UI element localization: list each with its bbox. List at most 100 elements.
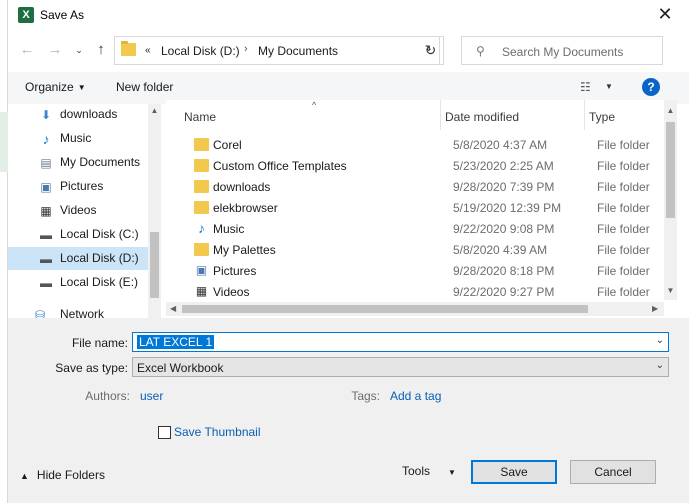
breadcrumb-my-documents[interactable]: My Documents	[258, 44, 338, 58]
caret-down-icon[interactable]: ▼	[605, 82, 613, 91]
file-row-corel[interactable]: Corel 5/8/2020 4:37 AM File folder	[166, 134, 650, 155]
file-type: File folder	[597, 138, 650, 152]
new-folder-button[interactable]: New folder	[116, 80, 173, 94]
file-name: My Palettes	[213, 243, 276, 257]
file-name-field[interactable]: LAT EXCEL 1 ⌄	[132, 332, 669, 352]
file-name: Corel	[213, 138, 242, 152]
scroll-left-icon[interactable]: ◀	[170, 304, 176, 313]
file-name: elekbrowser	[213, 201, 278, 215]
search-icon: ⚲	[476, 44, 485, 58]
file-name-value[interactable]: LAT EXCEL 1	[137, 335, 215, 349]
file-row-custom-office-templates[interactable]: Custom Office Templates 5/23/2020 2:25 A…	[166, 155, 650, 176]
view-options-icon[interactable]: ☷	[580, 80, 591, 94]
sort-ascending-icon: ^	[312, 100, 317, 110]
nav-item-pictures[interactable]: ▣ Pictures	[8, 175, 148, 198]
file-name: Videos	[213, 285, 250, 299]
file-type: File folder	[597, 285, 650, 299]
excel-background-highlight	[0, 112, 8, 172]
nav-item-label: Local Disk (E:)	[60, 275, 139, 289]
save-button[interactable]: Save	[471, 460, 557, 484]
column-header-type[interactable]: Type	[589, 110, 615, 124]
file-date: 5/19/2020 12:39 PM	[453, 201, 562, 215]
nav-item-downloads[interactable]: ⬇ downloads	[8, 104, 148, 126]
folder-icon	[194, 180, 209, 193]
scroll-thumb[interactable]	[182, 305, 588, 313]
file-row-music[interactable]: ♪ Music 9/22/2020 9:08 PM File folder	[166, 218, 650, 239]
nav-item-label: Network	[60, 307, 105, 318]
file-row-downloads[interactable]: downloads 9/28/2020 7:39 PM File folder	[166, 176, 650, 197]
file-name: downloads	[213, 180, 271, 194]
nav-item-local-disk-c[interactable]: ▬ Local Disk (C:)	[8, 223, 148, 246]
scroll-thumb[interactable]	[150, 232, 159, 298]
cancel-button[interactable]: Cancel	[570, 460, 656, 484]
save-thumbnail-label[interactable]: Save Thumbnail	[174, 425, 261, 439]
column-divider[interactable]	[440, 100, 441, 130]
chevron-right-icon[interactable]: ›	[244, 43, 248, 55]
save-as-type-select[interactable]: Excel Workbook ⌄	[132, 357, 669, 377]
search-box[interactable]: ⚲ Search My Documents	[461, 36, 663, 65]
save-thumbnail-checkbox[interactable]	[158, 426, 171, 439]
drive-icon: ▬	[40, 228, 52, 242]
column-divider[interactable]	[584, 100, 585, 130]
refresh-icon[interactable]: ↻	[418, 36, 444, 65]
search-input[interactable]: Search My Documents	[502, 45, 623, 59]
folder-icon	[194, 201, 209, 214]
column-header-name[interactable]: Name	[184, 110, 216, 124]
up-arrow-icon[interactable]: ↑	[92, 40, 110, 60]
nav-item-local-disk-e[interactable]: ▬ Local Disk (E:)	[8, 271, 148, 294]
scroll-thumb[interactable]	[666, 122, 675, 218]
close-icon[interactable]: ✕	[655, 4, 675, 24]
network-icon: ⛁	[34, 308, 46, 318]
file-type: File folder	[597, 243, 650, 257]
file-row-my-palettes[interactable]: My Palettes 5/8/2020 4:39 AM File folder	[166, 239, 650, 260]
file-row-elekbrowser[interactable]: elekbrowser 5/19/2020 12:39 PM File fold…	[166, 197, 650, 218]
forward-arrow-icon[interactable]: →	[46, 40, 64, 60]
organize-button[interactable]: Organize ▼	[25, 80, 86, 94]
file-type: File folder	[597, 222, 650, 236]
chevron-down-icon[interactable]: ⌄	[656, 335, 664, 346]
nav-item-videos[interactable]: ▦ Videos	[8, 199, 148, 222]
organize-label: Organize	[25, 80, 74, 94]
file-type: File folder	[597, 159, 650, 173]
address-bar[interactable]: « Local Disk (D:) › My Documents ⌄	[114, 36, 440, 65]
nav-item-label: Pictures	[60, 179, 104, 193]
caret-down-icon: ▼	[77, 83, 86, 92]
nav-item-network[interactable]: ⛁ Network	[8, 303, 148, 318]
column-header-date[interactable]: Date modified	[445, 110, 519, 124]
file-row-pictures[interactable]: ▣ Pictures 9/28/2020 8:18 PM File folder	[166, 260, 650, 281]
back-arrow-icon[interactable]: ←	[18, 40, 36, 60]
file-list-horizontal-scrollbar[interactable]: ◀ ▶	[166, 302, 664, 316]
nav-pane-scrollbar[interactable]: ▲	[148, 104, 161, 318]
tags-label: Tags:	[351, 389, 380, 403]
drive-icon: ▬	[40, 252, 52, 266]
nav-item-label: downloads	[60, 107, 118, 121]
hide-folders-button[interactable]: ▲ Hide Folders	[20, 468, 105, 482]
tags-value[interactable]: Add a tag	[390, 389, 441, 403]
file-date: 5/8/2020 4:37 AM	[453, 138, 548, 152]
file-list-vertical-scrollbar[interactable]: ▲ ▼	[664, 100, 677, 300]
breadcrumb-overflow[interactable]: «	[145, 45, 151, 56]
file-name: Pictures	[213, 264, 257, 278]
nav-item-music[interactable]: ♪ Music	[8, 127, 148, 150]
breadcrumb-local-disk-d[interactable]: Local Disk (D:)	[161, 44, 240, 58]
file-list: ^ Name Date modified Type Corel 5/8/2020…	[166, 100, 677, 318]
scroll-up-icon[interactable]: ▲	[666, 106, 675, 115]
file-type: File folder	[597, 201, 650, 215]
help-icon[interactable]: ?	[642, 78, 660, 96]
scroll-right-icon[interactable]: ▶	[652, 304, 658, 313]
file-date: 9/22/2020 9:27 PM	[453, 285, 555, 299]
file-row-videos[interactable]: ▦ Videos 9/22/2020 9:27 PM File folder	[166, 281, 650, 302]
nav-item-local-disk-d[interactable]: ▬ Local Disk (D:)	[8, 247, 148, 270]
nav-item-label: My Documents	[60, 155, 141, 169]
file-date: 5/23/2020 2:25 AM	[453, 159, 554, 173]
save-form: File name: LAT EXCEL 1 ⌄ Save as type: E…	[8, 318, 689, 503]
recent-locations-chevron-icon[interactable]: ⌄	[70, 40, 88, 60]
nav-item-my-documents[interactable]: ▤ My Documents	[8, 151, 148, 174]
scroll-up-icon[interactable]: ▲	[150, 106, 159, 115]
picture-icon: ▣	[195, 263, 208, 277]
tools-button[interactable]: Tools ▼	[402, 464, 456, 478]
scroll-down-icon[interactable]: ▼	[666, 286, 675, 295]
navigation-bar: ← → ⌄ ↑ « Local Disk (D:) › My Documents…	[8, 34, 689, 66]
window-title: Save As	[40, 8, 85, 22]
authors-value[interactable]: user	[140, 389, 163, 403]
